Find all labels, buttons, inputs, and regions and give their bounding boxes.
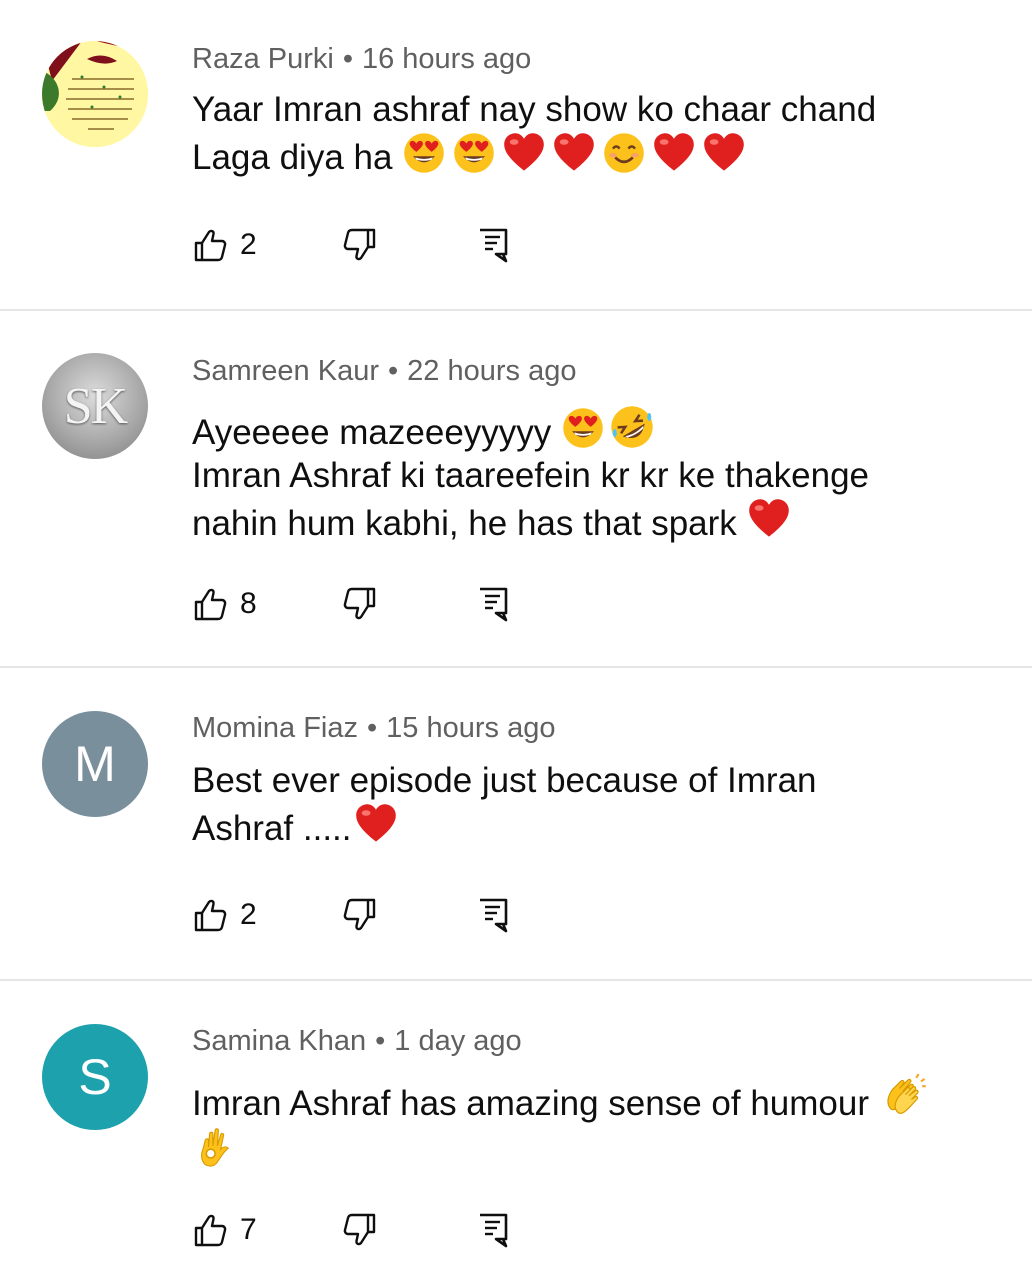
comment-actions: 2 — [192, 895, 522, 935]
comment-line: Ayeeeee mazeeeyyyyy — [192, 404, 992, 454]
ok-hand-emoji-icon — [192, 1125, 236, 1169]
comment-item: M Momina Fiaz • 15 hours ago Best ever epi… — [0, 668, 1032, 980]
reply-icon — [480, 898, 508, 933]
author-name[interactable]: Momina Fiaz — [192, 712, 358, 744]
comment-line-text: nahin hum kabhi, he has that spark — [192, 504, 737, 543]
reply-icon — [480, 587, 508, 622]
comment-meta: Samreen Kaur • 22 hours ago — [192, 355, 576, 388]
urdu-greeting-card-avatar-icon — [42, 41, 148, 147]
comment-text: Ayeeeee mazeeeyyyyy Imran Ashraf ki taar… — [192, 404, 992, 545]
like-count: 2 — [240, 898, 257, 931]
red-heart-emoji-icon — [702, 131, 746, 175]
comment-line: Yaar Imran ashraf nay show ko chaar chan… — [192, 90, 877, 129]
comment-line: nahin hum kabhi, he has that spark — [192, 497, 992, 545]
comment-time[interactable]: 15 hours ago — [386, 712, 555, 744]
reply-icon — [480, 228, 508, 263]
avatar[interactable]: M — [42, 711, 148, 817]
comment-line: Ashraf ..... — [192, 802, 992, 850]
reply-button[interactable] — [477, 225, 509, 265]
reply-button[interactable] — [477, 584, 509, 624]
reply-icon — [480, 1213, 508, 1248]
comment-time[interactable]: 16 hours ago — [362, 43, 531, 75]
comment-actions: 7 — [192, 1210, 522, 1250]
comment-text: Yaar Imran ashraf nay show ko chaar chan… — [192, 88, 992, 179]
separator-dot: • — [388, 355, 399, 387]
comment-item: SK Samreen Kaur • 22 hours ago Ayeeeee maz… — [0, 311, 1032, 667]
avatar-letters: SK — [63, 377, 129, 435]
red-heart-emoji-icon — [354, 802, 398, 846]
separator-dot: • — [342, 43, 353, 75]
comment-line-text: Ayeeeee mazeeeyyyyy — [192, 413, 552, 452]
comment-meta: Samina Khan • 1 day ago — [192, 1025, 522, 1058]
comment-time[interactable]: 22 hours ago — [407, 355, 576, 387]
rolling-laughing-emoji-icon — [609, 404, 655, 450]
author-name[interactable]: Raza Purki — [192, 43, 334, 75]
avatar[interactable]: S — [42, 1024, 148, 1130]
avatar-letter: M — [74, 736, 116, 792]
avatar[interactable] — [42, 41, 148, 147]
like-button[interactable]: 8 — [192, 584, 257, 624]
thumbs-up-icon — [194, 229, 227, 262]
comment-text: Imran Ashraf has amazing sense of humour — [192, 1073, 992, 1173]
comment-meta: Raza Purki • 16 hours ago — [192, 43, 531, 76]
red-heart-emoji-icon — [652, 131, 696, 175]
like-count: 8 — [240, 587, 257, 620]
red-heart-emoji-icon — [502, 131, 546, 175]
comment-text: Best ever episode just because of Imran … — [192, 759, 992, 850]
heart-eyes-emoji-icon — [452, 131, 496, 175]
dislike-button[interactable] — [342, 1210, 378, 1250]
comment-actions: 8 — [192, 584, 522, 624]
separator-dot: • — [375, 1025, 386, 1057]
comment-item: S Samina Khan • 1 day ago Imran Ashraf has… — [0, 981, 1032, 1280]
red-heart-emoji-icon — [552, 131, 596, 175]
dislike-button[interactable] — [342, 895, 378, 935]
comment-line-text: Imran Ashraf has amazing sense of humour — [192, 1084, 870, 1123]
like-button[interactable]: 2 — [192, 895, 257, 935]
comment-line: Laga diya ha — [192, 131, 992, 179]
red-heart-emoji-icon — [747, 497, 791, 541]
comment-time[interactable]: 1 day ago — [394, 1025, 521, 1057]
like-count: 7 — [240, 1213, 257, 1246]
comment-meta: Momina Fiaz • 15 hours ago — [192, 712, 555, 745]
reply-button[interactable] — [477, 1210, 509, 1250]
thumbs-up-icon — [194, 899, 227, 932]
like-count: 2 — [240, 228, 257, 261]
like-button[interactable]: 2 — [192, 225, 257, 265]
smiling-face-emoji-icon — [602, 131, 646, 175]
comment-line-text: Laga diya ha — [192, 138, 393, 177]
comment-line-text: Ashraf ..... — [192, 809, 352, 848]
author-name[interactable]: Samreen Kaur — [192, 355, 379, 387]
like-button[interactable]: 7 — [192, 1210, 257, 1250]
author-name[interactable]: Samina Khan — [192, 1025, 366, 1057]
thumbs-up-icon — [194, 588, 227, 621]
comment-actions: 2 — [192, 225, 522, 265]
comment-line — [192, 1125, 992, 1173]
avatar[interactable]: SK — [42, 353, 148, 459]
heart-eyes-emoji-icon — [402, 131, 446, 175]
avatar-letter: S — [78, 1049, 112, 1105]
thumbs-down-icon — [343, 1213, 376, 1246]
thumbs-down-icon — [343, 587, 376, 620]
comment-line: Imran Ashraf ki taareefein kr kr ke thak… — [192, 456, 869, 495]
thumbs-down-icon — [343, 898, 376, 931]
comment-line: Best ever episode just because of Imran — [192, 761, 817, 800]
comment-line: Imran Ashraf has amazing sense of humour — [192, 1073, 992, 1125]
dislike-button[interactable] — [342, 225, 378, 265]
comment-item: Raza Purki • 16 hours ago Yaar Imran ashra… — [0, 0, 1032, 310]
separator-dot: • — [367, 712, 378, 744]
dislike-button[interactable] — [342, 584, 378, 624]
thumbs-down-icon — [343, 228, 376, 261]
thumbs-up-icon — [194, 1214, 227, 1247]
reply-button[interactable] — [477, 895, 509, 935]
heart-eyes-emoji-icon — [561, 406, 605, 450]
clapping-hands-emoji-icon — [879, 1073, 927, 1121]
